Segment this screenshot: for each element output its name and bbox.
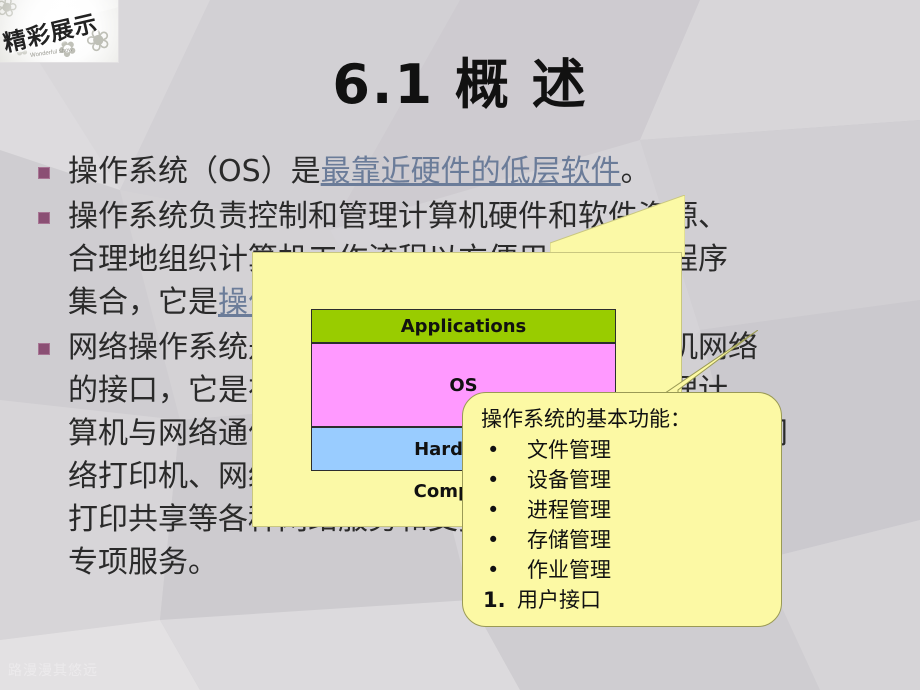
- function-label: 设备管理: [527, 468, 611, 492]
- footer-text: 路漫漫其悠远: [8, 663, 98, 679]
- brand-logo: ❀ ❀ ✿ ✿ 精彩展示 Wonderful show: [0, 0, 119, 63]
- list-bullet-icon: •: [487, 498, 500, 522]
- bullet-line: 操作系统负责控制和管理计算机硬件和软件资源、: [68, 199, 728, 234]
- bullet-square-icon: [38, 343, 50, 355]
- function-label: 用户接口: [517, 588, 601, 612]
- function-label: 作业管理: [527, 558, 611, 582]
- bullet-line: 操作系统（OS）是最靠近硬件的低层软件。: [68, 150, 910, 193]
- function-label: 进程管理: [527, 498, 611, 522]
- inline-link[interactable]: 最靠近硬件的低层软件: [321, 154, 621, 189]
- function-list-item: • 作业管理: [481, 555, 767, 585]
- bullet-text: 操作系统（OS）是: [68, 154, 321, 189]
- list-bullet-icon: •: [487, 558, 500, 582]
- bullet-text-tail: 。: [620, 154, 651, 189]
- page-title: 6.1 概 述: [332, 53, 588, 116]
- list-bullet-icon: •: [487, 438, 500, 462]
- function-label: 存储管理: [527, 528, 611, 552]
- bullet-text: 集合，它是: [68, 285, 218, 320]
- list-number-marker: 1.: [483, 588, 506, 612]
- function-list-item: 1. 用户接口: [481, 585, 767, 615]
- function-label: 文件管理: [527, 438, 611, 462]
- functions-callout-title: 操作系统的基本功能：: [481, 407, 691, 431]
- list-bullet-icon: •: [487, 468, 500, 492]
- diagram-callout-pointer: [550, 195, 685, 257]
- function-list-item: • 存储管理: [481, 525, 767, 555]
- function-list-item: • 设备管理: [481, 465, 767, 495]
- function-list-item: • 进程管理: [481, 495, 767, 525]
- function-list-item: • 文件管理: [481, 435, 767, 465]
- list-bullet-icon: •: [487, 528, 500, 552]
- bullet-square-icon: [38, 167, 50, 179]
- bullet-square-icon: [38, 212, 50, 224]
- os-functions-callout: 操作系统的基本功能： • 文件管理 • 设备管理 • 进程管理 • 存储管理 •…: [462, 392, 782, 627]
- diagram-layer-applications: Applications: [311, 309, 616, 343]
- bullet-item: 操作系统（OS）是最靠近硬件的低层软件。: [30, 150, 910, 193]
- slide-canvas: ❀ ❀ ✿ ✿ 精彩展示 Wonderful show 6.1 概 述 操作系统…: [0, 0, 920, 690]
